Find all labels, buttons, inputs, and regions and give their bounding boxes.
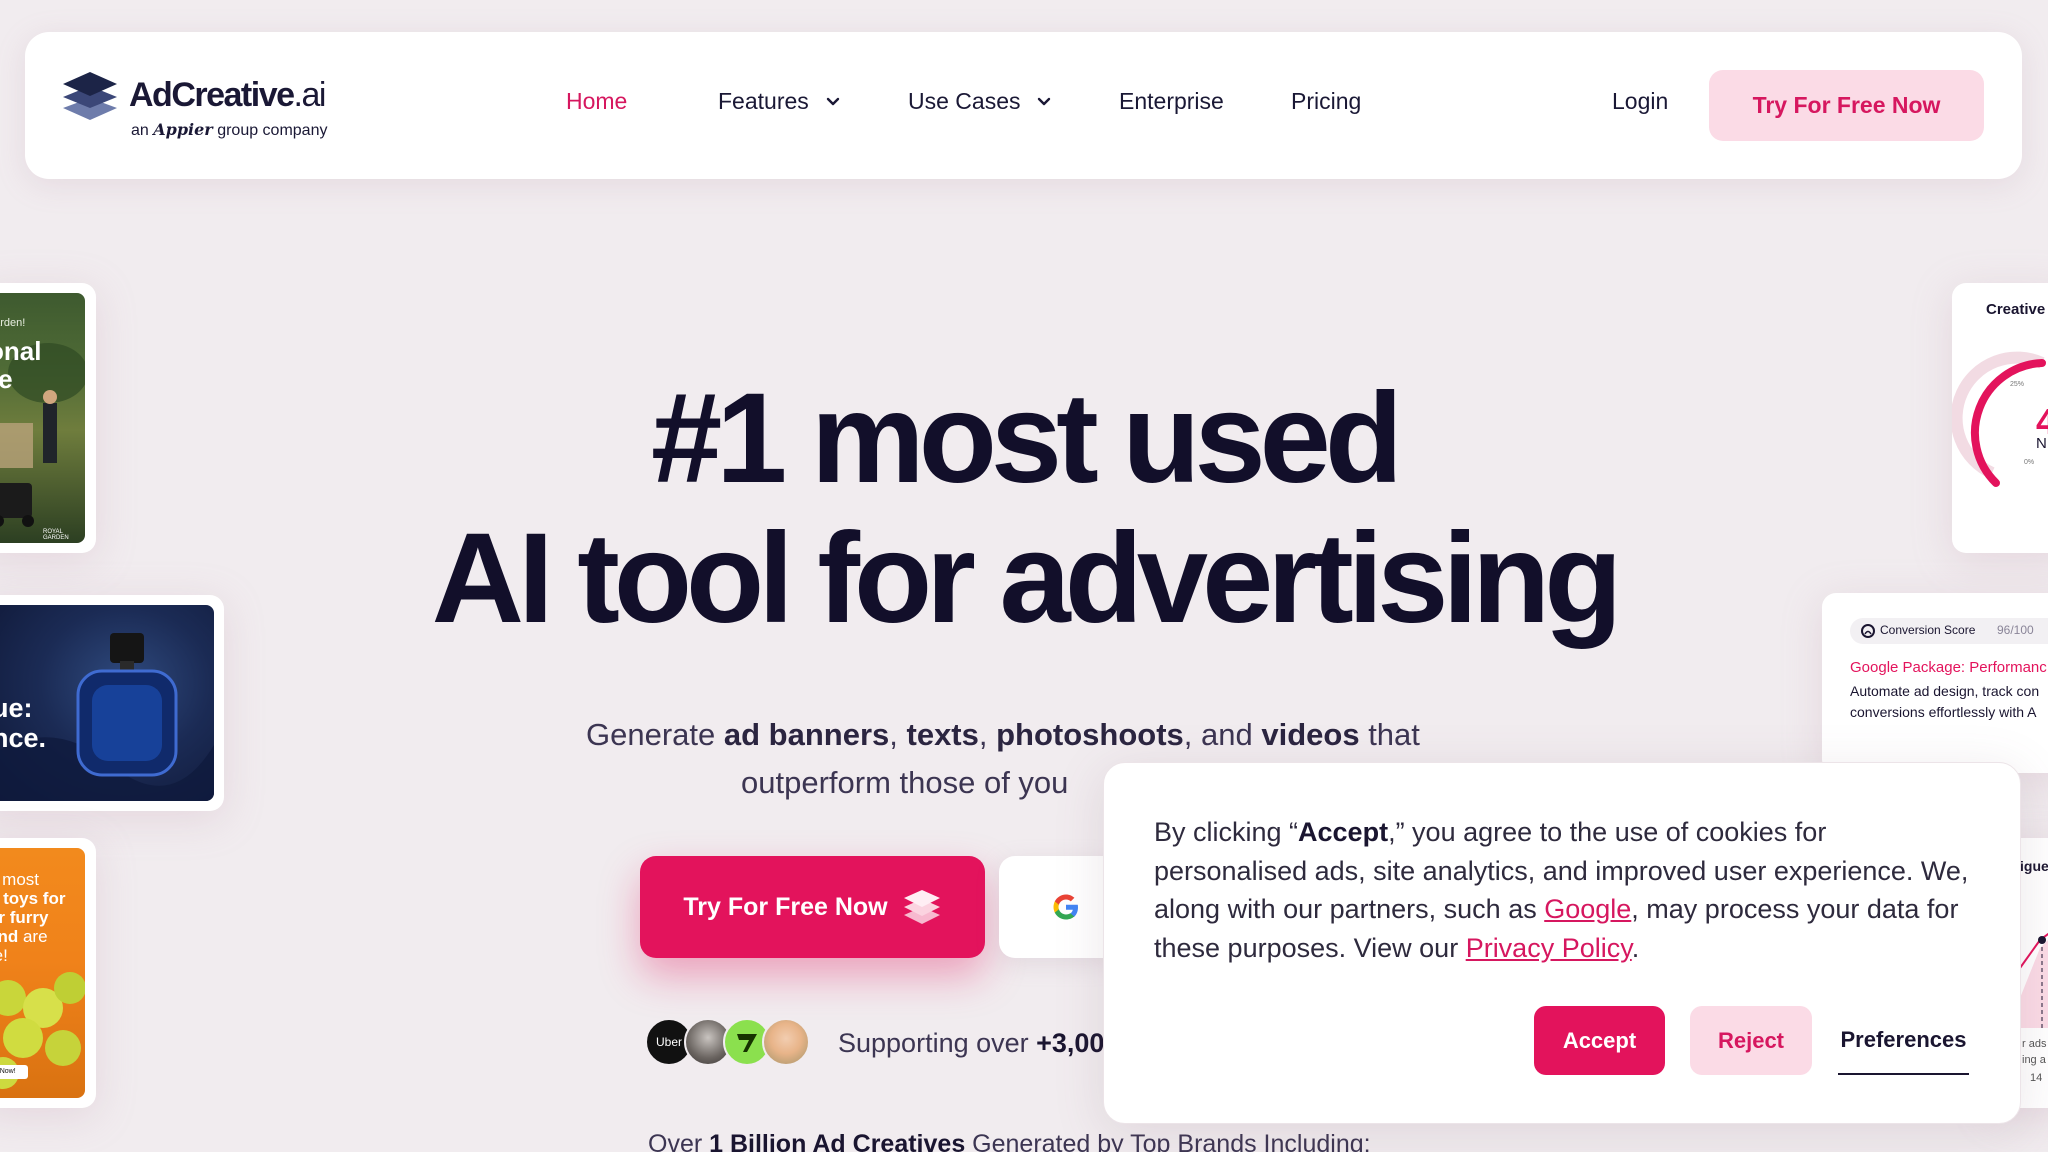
google-link[interactable]: Google xyxy=(1544,894,1631,924)
avatar-person-2 xyxy=(762,1018,810,1066)
pet-toys-ad-image: e most n toys for ur furry end are re! o… xyxy=(0,848,85,1098)
creative-card-title: Creative xyxy=(1986,301,2046,318)
google-package-title: Google Package: Performanc xyxy=(1850,659,2047,676)
pet-toys-shop-button: op Now! xyxy=(0,1065,28,1079)
nav-use-cases[interactable]: Use Cases xyxy=(908,88,1052,115)
logo-stack-icon xyxy=(63,72,117,120)
nav-home[interactable]: Home xyxy=(566,88,627,115)
hero-subtitle-line2: outperform those of you xyxy=(741,765,1069,800)
adcreative-logo[interactable]: AdCreative.ai an Appier group company xyxy=(63,70,353,150)
chevron-down-icon xyxy=(826,97,839,105)
top-navigation-bar: AdCreative.ai an Appier group company Ho… xyxy=(25,32,2022,179)
garden-ad-small-text: garden! xyxy=(0,317,26,329)
brands-intro-text: Over 1 Billion Ad Creatives Generated by… xyxy=(648,1130,1371,1152)
nav-pricing[interactable]: Pricing xyxy=(1291,88,1361,115)
cube-stack-icon xyxy=(903,890,940,924)
nav-features[interactable]: Features xyxy=(718,88,841,115)
cookie-consent-text: By clicking “Accept,” you agree to the u… xyxy=(1154,817,1969,963)
try-free-nav-button[interactable]: Try For Free Now xyxy=(1709,70,1984,141)
nav-enterprise[interactable]: Enterprise xyxy=(1119,88,1224,115)
logo-wordmark: AdCreative.ai xyxy=(129,76,326,114)
logo-tagline: an Appier group company xyxy=(131,120,328,139)
google-package-line2: conversions effortlessly with A xyxy=(1850,704,2037,720)
chevron-down-icon xyxy=(1038,97,1051,105)
google-signup-button[interactable] xyxy=(999,856,1119,958)
pet-toys-ad-text: e most n toys for ur furry end are re! xyxy=(0,870,66,965)
cookie-preferences-button[interactable]: Preferences xyxy=(1838,1006,1969,1075)
try-free-hero-button[interactable]: Try For Free Now xyxy=(640,856,985,958)
chart-card-line2: ing a xyxy=(2022,1054,2046,1066)
cookie-consent-banner: By clicking “Accept,” you agree to the u… xyxy=(1103,762,2021,1124)
accept-cookies-button[interactable]: Accept xyxy=(1534,1006,1665,1075)
supporting-text: Supporting over +3,00 xyxy=(838,1028,1105,1058)
hero-subtitle-line1: Generate ad banners, texts, photoshoots,… xyxy=(586,717,1420,752)
hero-heading-line1: #1 most used xyxy=(650,367,1403,510)
reject-cookies-button[interactable]: Reject xyxy=(1690,1006,1812,1075)
chart-card-line1: r ads xyxy=(2022,1038,2047,1050)
login-link[interactable]: Login xyxy=(1612,88,1668,115)
hero-heading-line2: AI tool for advertising xyxy=(431,507,1623,650)
ad-preview-card-pet-toys: e most n toys for ur furry end are re! o… xyxy=(0,838,96,1108)
google-g-icon xyxy=(1053,894,1078,920)
chart-card-title: igue xyxy=(2020,858,2048,874)
privacy-policy-link[interactable]: Privacy Policy xyxy=(1466,933,1632,963)
perfume-ad-headline: ue: nce. xyxy=(0,693,47,753)
customer-avatars: Uber xyxy=(645,1018,815,1068)
chart-card-line3: 14 xyxy=(2030,1072,2043,1084)
google-package-line1: Automate ad design, track con xyxy=(1850,683,2040,699)
